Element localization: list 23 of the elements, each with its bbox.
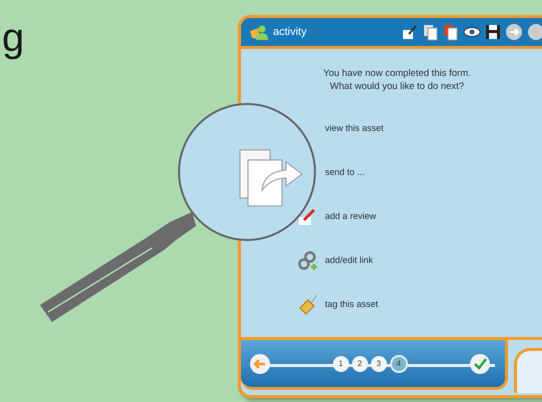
step-button[interactable]: 4 [390, 354, 408, 372]
step-button[interactable]: 3 [370, 356, 387, 372]
action-link[interactable]: view this asset [325, 122, 384, 136]
action-link[interactable]: add a review [325, 210, 376, 224]
documents-icon[interactable] [423, 23, 439, 41]
message-text: You have now completed this form. [323, 67, 471, 80]
check-icon[interactable] [469, 352, 492, 374]
eye-icon[interactable] [463, 26, 481, 38]
tag-icon [297, 294, 319, 316]
action-link[interactable]: add/edit link [325, 254, 374, 268]
step-button[interactable]: 1 [332, 356, 349, 372]
edit-icon[interactable] [401, 23, 419, 41]
step-button[interactable]: 2 [352, 356, 368, 372]
window-title: activity [273, 24, 307, 40]
documents-icon[interactable] [443, 23, 459, 41]
action-link[interactable]: send to ... [325, 166, 365, 180]
save-icon[interactable] [485, 24, 501, 40]
action-link[interactable]: tag this asset [325, 298, 378, 312]
heading-text: g [2, 15, 24, 62]
link-icon [297, 250, 319, 272]
message-text: What would you like to do next? [330, 80, 464, 93]
forward-icon[interactable] [505, 23, 523, 41]
user-icon [249, 23, 269, 41]
